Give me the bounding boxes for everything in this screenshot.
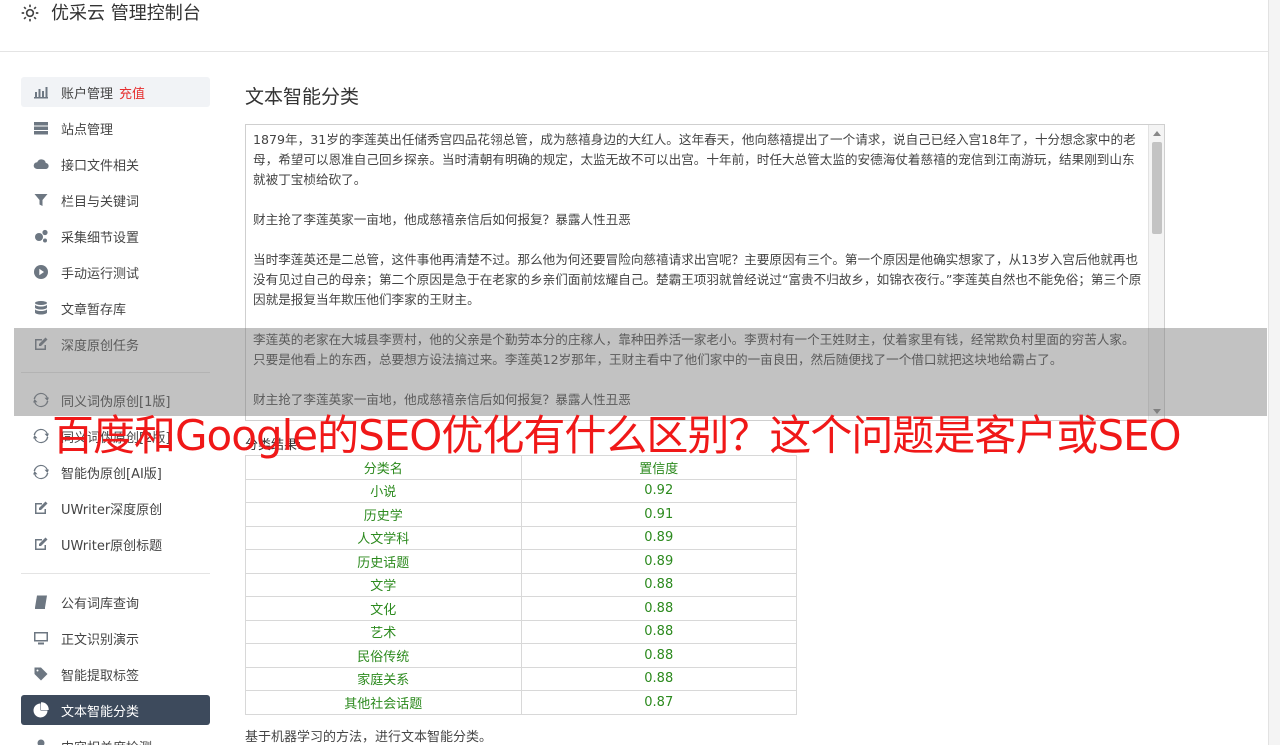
sidebar-item-relevance[interactable]: 内容相关度检测 [21,731,210,745]
article-paragraph: 1879年，31岁的李莲英出任储秀宫四品花翎总管，成为慈禧身边的大红人。这年春天… [253,132,1136,187]
sidebar-item-manual-run[interactable]: 手动运行测试 [21,257,210,287]
confidence-cell: 0.89 [520,525,797,550]
desktop-icon [33,630,49,646]
database-icon [33,300,49,316]
server-icon [33,120,49,136]
confidence-cell: 0.88 [520,643,797,668]
confidence-cell: 0.88 [520,596,797,621]
article-paragraph: 财主抢了李莲英家一亩地，他成慈禧亲信后如何报复？暴露人性丑恶 [253,212,631,227]
sidebar-item-label: 内容相关度检测 [61,737,152,745]
refresh-icon [33,464,49,480]
edit-icon [33,536,49,552]
table-row: 艺术 0.88 [245,619,797,644]
scrollbar-thumb[interactable] [1152,142,1162,234]
user-icon [33,738,49,745]
table-row: 历史话题 0.89 [245,549,797,574]
book-icon [33,594,49,610]
gears-icon [33,228,49,244]
confidence-cell: 0.92 [520,478,797,503]
sidebar-item-keywords[interactable]: 栏目与关键词 [21,185,210,215]
sidebar-divider [21,573,210,574]
sidebar-item-label: 正文识别演示 [61,632,140,648]
sidebar-item-label: 文本智能分类 [61,704,140,720]
edit-icon [33,500,49,516]
bar-chart-icon [33,84,49,100]
method-footnote: 基于机器学习的方法，进行文本智能分类。 [245,730,493,745]
gear-icon [21,4,39,22]
table-row: 文化 0.88 [245,596,797,621]
article-paragraph: 当时李莲英还是二总管，这件事他再清楚不过。那么他为何还要冒险向慈禧请求出宫呢？主… [253,252,1142,307]
page-title: 文本智能分类 [245,86,360,108]
play-circle-icon [33,264,49,280]
table-row: 其他社会话题 0.87 [245,690,797,715]
category-cell: 历史话题 [245,549,522,574]
sidebar-item-body-recognition[interactable]: 正文识别演示 [21,623,210,653]
overlay-band [14,328,1267,416]
sidebar-item-label: 接口文件相关 [61,158,140,174]
sidebar-item-uwriter-title[interactable]: UWriter原创标题 [21,529,210,559]
filter-icon [33,192,49,208]
sidebar-item-collect-settings[interactable]: 采集细节设置 [21,221,210,251]
confidence-cell: 0.89 [520,549,797,574]
table-row: 文学 0.88 [245,572,797,597]
pie-chart-icon [33,702,49,718]
table-row: 家庭关系 0.88 [245,666,797,691]
category-cell: 历史学 [245,502,522,527]
classification-table: 分类名 置信度 小说 0.92 历史学 0.91 人文学科 0.89 历史话题 0.89… [245,455,797,715]
confidence-cell: 0.88 [520,666,797,691]
sidebar-item-article-store[interactable]: 文章暂存库 [21,293,210,323]
sidebar-item-label: 账户管理 [61,86,114,102]
refresh-icon [33,428,49,444]
category-cell: 民俗传统 [245,643,522,668]
sidebar-item-label: 栏目与关键词 [61,194,140,210]
sidebar-item-public-lexicon[interactable]: 公有词库查询 [21,587,210,617]
console-title: 优采云 管理控制台 [51,3,201,24]
table-row: 人文学科 0.89 [245,525,797,550]
sidebar-item-label: 智能伪原创[AI版] [61,466,162,482]
sidebar-item-text-classify[interactable]: 文本智能分类 [21,695,210,725]
table-row: 小说 0.92 [245,478,797,503]
sidebar-item-account[interactable]: 账户管理 充值 [21,77,210,107]
cloud-upload-icon [33,156,49,172]
table-row: 历史学 0.91 [245,502,797,527]
category-cell: 其他社会话题 [245,690,522,715]
confidence-cell: 0.91 [520,502,797,527]
category-cell: 文化 [245,596,522,621]
sidebar-item-label: 智能提取标签 [61,668,140,684]
sidebar-item-label: 公有词库查询 [61,596,140,612]
category-cell: 人文学科 [245,525,522,550]
category-cell: 小说 [245,478,522,503]
sidebar-item-label: UWriter深度原创 [61,502,163,518]
sidebar-item-interface[interactable]: 接口文件相关 [21,149,210,179]
confidence-cell: 0.88 [520,572,797,597]
top-header: 优采云 管理控制台 [0,0,1268,52]
scroll-up-arrow-icon[interactable] [1153,131,1161,136]
sidebar-item-label: 站点管理 [61,122,114,138]
sidebar-item-site[interactable]: 站点管理 [21,113,210,143]
sidebar-item-label: 文章暂存库 [61,302,127,318]
sidebar-item-uwriter-deep[interactable]: UWriter深度原创 [21,493,210,523]
sidebar-item-tag-extract[interactable]: 智能提取标签 [21,659,210,689]
table-row: 民俗传统 0.88 [245,643,797,668]
confidence-cell: 0.87 [520,690,797,715]
sidebar-item-label: 采集细节设置 [61,230,140,246]
category-cell: 文学 [245,572,522,597]
confidence-cell: 0.88 [520,619,797,644]
recharge-link[interactable]: 充值 [119,83,145,102]
category-cell: 家庭关系 [245,666,522,691]
tag-icon [33,666,49,682]
overlay-caption: 百度和Google的SEO优化有什么区别？这个问题是客户或SEO [52,411,1182,460]
page-scrollbar[interactable] [1268,0,1280,745]
sidebar-item-label: 手动运行测试 [61,266,140,282]
sidebar-item-label: UWriter原创标题 [61,538,163,554]
category-cell: 艺术 [245,619,522,644]
